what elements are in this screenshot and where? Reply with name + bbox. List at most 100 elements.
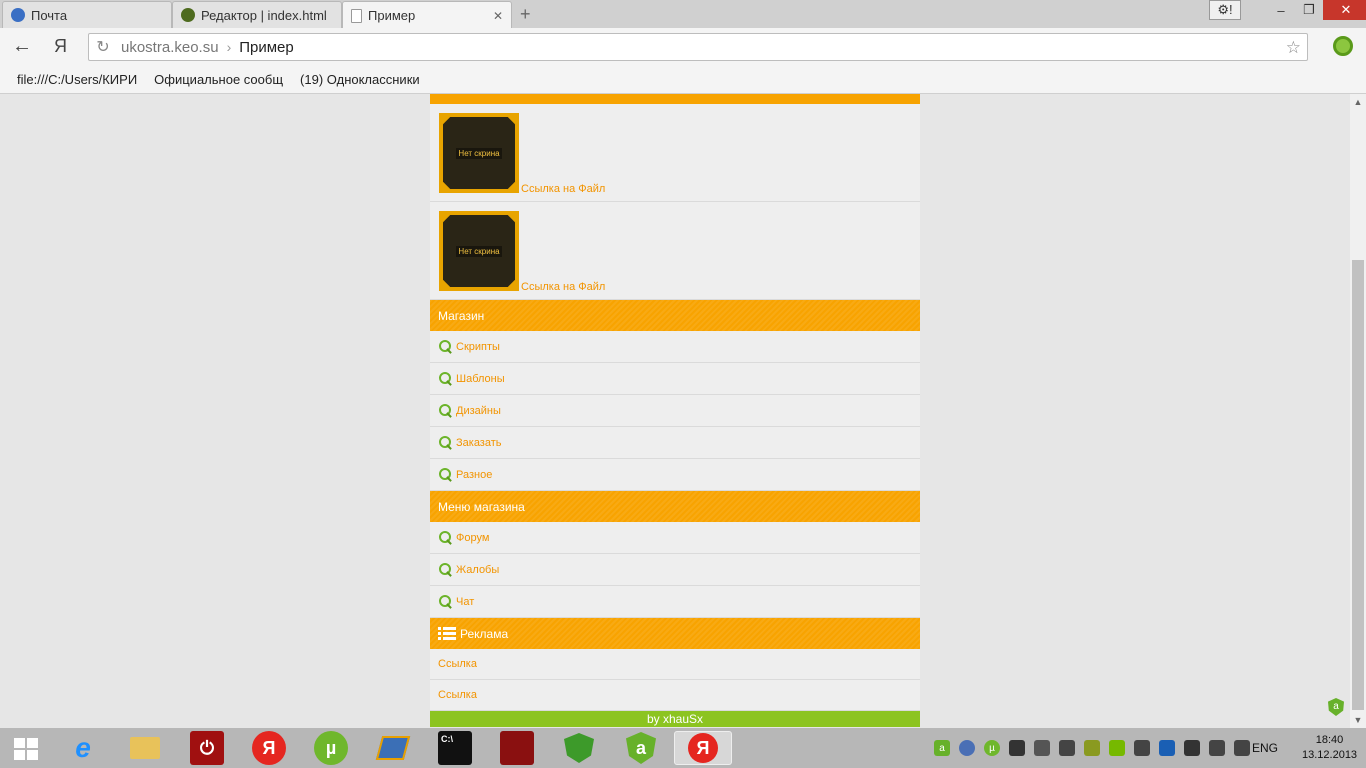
bluetooth-tray-icon[interactable] xyxy=(1159,740,1175,756)
file-link[interactable]: Ссылка на Файл xyxy=(521,183,605,195)
address-bar[interactable]: ↻ ukostra.keo.su › Пример ☆ xyxy=(88,33,1308,61)
menu-item-label: Жалобы xyxy=(456,563,500,576)
internet-explorer-icon[interactable]: e xyxy=(66,731,100,765)
ads-header: Реклама xyxy=(430,618,920,649)
extension-icon[interactable] xyxy=(1333,36,1353,56)
new-tab-button[interactable]: + xyxy=(520,5,531,23)
monitor-tray-icon[interactable] xyxy=(1134,740,1150,756)
menu-item-label: Форум xyxy=(456,531,490,544)
yandex-button[interactable]: Я xyxy=(54,36,67,56)
file-link[interactable]: Ссылка на Файл xyxy=(521,281,605,293)
app-tray-icon[interactable] xyxy=(1009,740,1025,756)
game-app-icon[interactable] xyxy=(500,731,534,765)
address-page-title: Пример xyxy=(239,38,294,56)
reload-icon[interactable]: ↻ xyxy=(89,37,117,57)
shop-item-order[interactable]: Заказать xyxy=(430,427,920,459)
security-app-icon[interactable] xyxy=(562,731,596,765)
bookmark-star-icon[interactable]: ☆ xyxy=(1286,38,1301,58)
shop-title: Магазин xyxy=(438,308,485,323)
settings-alert-button[interactable]: ⚙! xyxy=(1209,0,1241,20)
file-thumbnail[interactable]: Нет скрина xyxy=(439,211,519,291)
menu-item-label: Шаблоны xyxy=(456,372,505,385)
ad-link-label: Ссылка xyxy=(438,689,477,701)
menu-item-label: Скрипты xyxy=(456,340,500,353)
address-domain: ukostra.keo.su xyxy=(121,38,219,56)
windows-taskbar: e ⏻ Я µ C:\ a Я a µ ENG 18:40 13.12.2013 xyxy=(0,728,1366,768)
search-icon xyxy=(439,339,453,354)
volume-tray-icon[interactable] xyxy=(1209,740,1225,756)
file-thumbnail[interactable]: Нет скрина xyxy=(439,113,519,193)
tab-title: Пример xyxy=(368,8,416,23)
file-item: Нет скрина Ссылка на Файл xyxy=(430,104,920,202)
navigation-bar: ← Я ↻ ukostra.keo.su › Пример ☆ xyxy=(0,28,1366,66)
back-button[interactable]: ← xyxy=(12,36,32,56)
search-icon xyxy=(439,371,453,386)
command-prompt-icon[interactable]: C:\ xyxy=(438,731,472,765)
adguard-icon[interactable]: a xyxy=(624,731,658,765)
tab-strip: Почта Редактор | index.html Пример ✕ + ⚙… xyxy=(0,0,1366,29)
section-header-strip xyxy=(430,94,920,104)
file-explorer-icon[interactable] xyxy=(128,731,162,765)
scrollbar-thumb[interactable] xyxy=(1352,260,1364,710)
menu-item-label: Дизайны xyxy=(456,404,501,417)
power-app-icon[interactable]: ⏻ xyxy=(190,731,224,765)
ads-title: Реклама xyxy=(460,626,509,641)
tab-example[interactable]: Пример ✕ xyxy=(342,1,512,29)
tab-editor[interactable]: Редактор | index.html xyxy=(172,1,342,28)
tab-title: Редактор | index.html xyxy=(201,7,327,23)
menu-item-label: Разное xyxy=(456,468,493,481)
shop-menu-item-forum[interactable]: Форум xyxy=(430,522,920,554)
media-app-icon[interactable] xyxy=(375,731,411,765)
utorrent-tray-icon[interactable]: µ xyxy=(984,740,1000,756)
start-button[interactable] xyxy=(14,738,38,760)
shop-menu-item-chat[interactable]: Чат xyxy=(430,586,920,618)
shop-menu-item-complaints[interactable]: Жалобы xyxy=(430,554,920,586)
shop-item-designs[interactable]: Дизайны xyxy=(430,395,920,427)
menu-item-label: Заказать xyxy=(456,436,502,449)
bug-tray-icon[interactable] xyxy=(1084,740,1100,756)
shop-item-templates[interactable]: Шаблоны xyxy=(430,363,920,395)
search-icon xyxy=(439,562,453,577)
network-tray-icon[interactable] xyxy=(1234,740,1250,756)
shop-item-misc[interactable]: Разное xyxy=(430,459,920,491)
close-tab-icon[interactable]: ✕ xyxy=(493,9,503,23)
editor-favicon-icon xyxy=(181,8,195,22)
minimize-button[interactable]: – xyxy=(1267,0,1295,20)
bookmark-official[interactable]: Официальное сообщ xyxy=(154,72,283,87)
tab-mail[interactable]: Почта xyxy=(2,1,172,28)
tab-title: Почта xyxy=(31,7,68,23)
thumbnail-label: Нет скрина xyxy=(456,147,502,159)
maximize-button[interactable]: ❐ xyxy=(1295,0,1323,20)
thumbnail-label: Нет скрина xyxy=(456,245,502,257)
yandex-browser-icon[interactable]: Я xyxy=(252,731,286,765)
system-tray: a µ xyxy=(934,738,1259,758)
bookmarks-bar: file:///C:/Users/КИРИ Официальное сообщ … xyxy=(0,66,1366,94)
utorrent-icon[interactable]: µ xyxy=(314,731,348,765)
ad-link-label: Ссылка xyxy=(438,658,477,670)
adguard-tray-icon[interactable]: a xyxy=(934,740,950,756)
menu-item-label: Чат xyxy=(456,595,475,608)
page-scrollbar[interactable]: ▲ ▼ xyxy=(1350,94,1366,728)
list-tray-icon[interactable] xyxy=(1034,740,1050,756)
search-icon xyxy=(439,403,453,418)
close-window-button[interactable]: ✕ xyxy=(1323,0,1366,20)
search-icon xyxy=(439,594,453,609)
yandex-browser-active-icon[interactable]: Я xyxy=(674,731,732,765)
battery-tray-icon[interactable] xyxy=(1184,740,1200,756)
clock[interactable]: 18:40 13.12.2013 xyxy=(1302,733,1357,763)
bookmark-file[interactable]: file:///C:/Users/КИРИ xyxy=(17,72,137,87)
ad-link[interactable]: Ссылка xyxy=(430,680,920,711)
page-favicon-icon xyxy=(351,8,362,23)
list-icon xyxy=(438,626,456,641)
scroll-up-arrow-icon[interactable]: ▲ xyxy=(1350,94,1366,110)
nvidia-tray-icon[interactable] xyxy=(1109,740,1125,756)
language-indicator[interactable]: ENG xyxy=(1252,741,1278,755)
shop-menu-header: Меню магазина xyxy=(430,491,920,522)
shop-item-scripts[interactable]: Скрипты xyxy=(430,331,920,363)
flag-tray-icon[interactable] xyxy=(1059,740,1075,756)
bookmark-odnoklassniki[interactable]: (19) Одноклассники xyxy=(300,72,420,87)
window-controls: ⚙! – ❐ ✕ xyxy=(1209,0,1366,20)
ad-link[interactable]: Ссылка xyxy=(430,649,920,680)
eye-tray-icon[interactable] xyxy=(959,740,975,756)
scroll-down-arrow-icon[interactable]: ▼ xyxy=(1350,712,1366,728)
